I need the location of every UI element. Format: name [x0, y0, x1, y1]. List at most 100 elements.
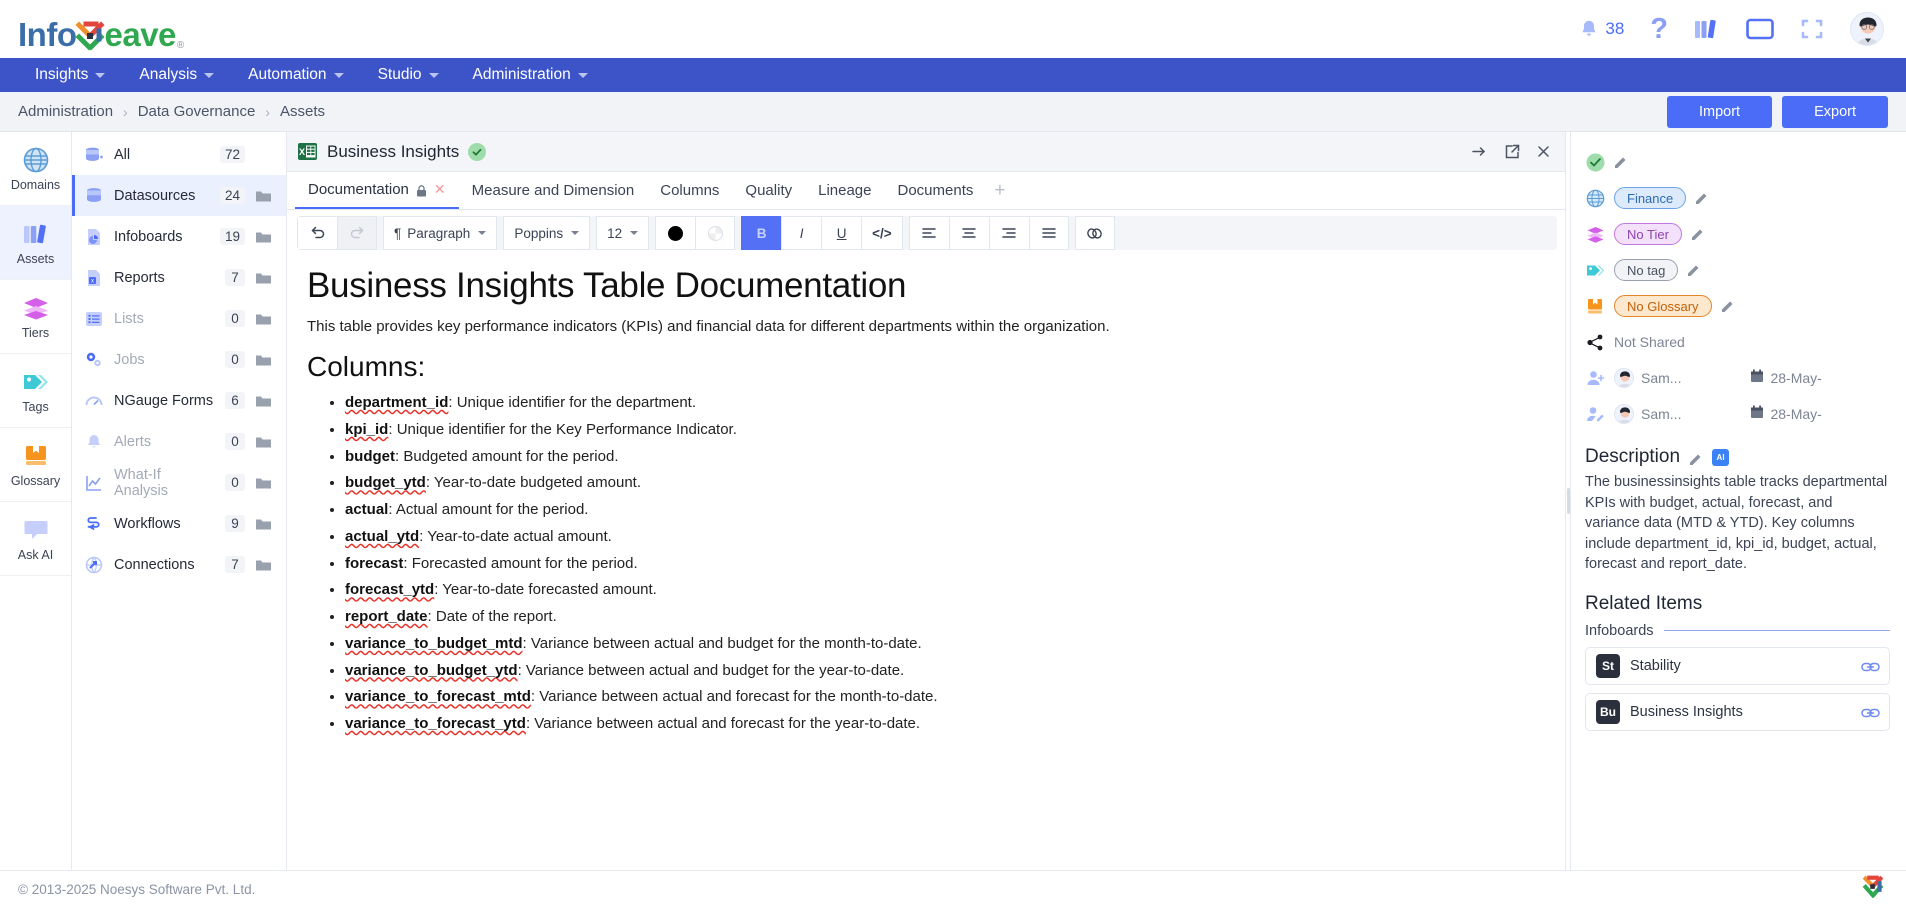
app-logo[interactable]: Info eave ®: [18, 7, 184, 51]
domain-pill[interactable]: Finance: [1614, 187, 1687, 209]
open-external-icon[interactable]: [1504, 144, 1520, 160]
close-icon[interactable]: [1536, 144, 1551, 159]
layers-icon: [21, 294, 51, 322]
lock-icon[interactable]: [416, 184, 427, 196]
globe-icon: [21, 146, 51, 174]
breadcrumb-item-assets[interactable]: Assets: [280, 103, 325, 120]
block-style-dropdown[interactable]: ¶ Paragraph: [383, 216, 498, 250]
created-by-user[interactable]: Sam...: [1614, 368, 1681, 388]
tab-documents[interactable]: Documents: [885, 172, 987, 209]
nav-item-studio[interactable]: Studio: [361, 58, 456, 92]
align-right-icon[interactable]: [988, 216, 1029, 250]
list-item-reports[interactable]: x Reports 7: [72, 257, 286, 298]
edit-tag-icon[interactable]: [1687, 263, 1701, 277]
list-item-jobs[interactable]: Jobs 0: [72, 339, 286, 380]
rail-item-assets[interactable]: Assets: [0, 206, 71, 280]
folder-icon[interactable]: [255, 353, 272, 367]
help-icon[interactable]: ?: [1650, 14, 1668, 44]
bell-icon[interactable]: 38: [1578, 18, 1624, 40]
list-item-connections[interactable]: Connections 7: [72, 544, 286, 585]
tag-pill[interactable]: No tag: [1614, 259, 1679, 281]
tier-pill[interactable]: No Tier: [1614, 223, 1682, 245]
related-item-stability[interactable]: St Stability: [1585, 646, 1890, 685]
undo-icon[interactable]: [297, 216, 337, 250]
tab-columns[interactable]: Columns: [647, 172, 732, 209]
rail-item-domains[interactable]: Domains: [0, 132, 71, 206]
nav-item-insights[interactable]: Insights: [18, 58, 122, 92]
documentation-editor[interactable]: Business Insights Table Documentation Th…: [287, 250, 1565, 870]
avatar[interactable]: [1850, 12, 1884, 46]
import-button[interactable]: Import: [1666, 95, 1773, 128]
link-icon[interactable]: [1074, 216, 1115, 250]
tab-close-icon[interactable]: ✕: [434, 181, 446, 198]
list-item-workflows[interactable]: Workflows 9: [72, 503, 286, 544]
breadcrumb-item-administration[interactable]: Administration: [18, 103, 113, 120]
monitor-icon[interactable]: [1746, 17, 1774, 41]
column-description: : Year-to-date actual amount.: [419, 527, 612, 545]
edit-glossary-icon[interactable]: [1721, 299, 1735, 313]
underline-button[interactable]: U: [821, 216, 862, 250]
folder-icon[interactable]: [255, 312, 272, 326]
align-center-icon[interactable]: [948, 216, 989, 250]
rail-item-glossary[interactable]: Glossary: [0, 428, 71, 502]
nav-item-automation[interactable]: Automation: [231, 58, 360, 92]
list-item-alerts[interactable]: Alerts 0: [72, 421, 286, 462]
column-name: budget: [345, 447, 395, 465]
folder-icon[interactable]: [255, 230, 272, 244]
column-name: forecast_ytd: [345, 581, 435, 599]
nav-item-analysis[interactable]: Analysis: [122, 58, 231, 92]
folder-icon[interactable]: [255, 435, 272, 449]
created-date: 28-May-: [1770, 370, 1822, 386]
column-name: kpi_id: [345, 420, 389, 438]
list-item-ngauge-forms[interactable]: NGauge Forms 6: [72, 380, 286, 421]
list-item-infoboards[interactable]: Infoboards 19: [72, 216, 286, 257]
nav-item-administration[interactable]: Administration: [456, 58, 605, 92]
rail-item-tiers[interactable]: Tiers: [0, 280, 71, 354]
bold-button[interactable]: B: [741, 216, 782, 250]
list-item-datasources[interactable]: Datasources 24: [72, 175, 286, 216]
font-size-dropdown[interactable]: 12: [596, 216, 650, 250]
link-icon[interactable]: [1861, 706, 1880, 718]
highlight-color-picker[interactable]: [695, 216, 736, 250]
text-color-picker[interactable]: [655, 216, 696, 250]
related-item-business-insights[interactable]: Bu Business Insights: [1585, 692, 1890, 731]
tab-documentation[interactable]: Documentation ✕: [295, 172, 459, 209]
rail-item-tags[interactable]: Tags: [0, 354, 71, 428]
fullscreen-icon[interactable]: [1800, 17, 1824, 41]
tab-measure-and-dimension[interactable]: Measure and Dimension: [459, 172, 648, 209]
jobs-icon: [84, 350, 104, 370]
list-item-label: Lists: [114, 310, 144, 327]
folder-icon[interactable]: [255, 517, 272, 531]
tab-lineage[interactable]: Lineage: [805, 172, 884, 209]
folder-icon[interactable]: [255, 394, 272, 408]
folder-icon[interactable]: [255, 476, 272, 490]
library-icon[interactable]: [1694, 17, 1720, 41]
link-icon[interactable]: [1861, 660, 1880, 672]
edit-domain-icon[interactable]: [1695, 191, 1709, 205]
italic-button[interactable]: I: [781, 216, 822, 250]
edit-description-icon[interactable]: [1689, 450, 1703, 465]
folder-icon[interactable]: [255, 271, 272, 285]
breadcrumb-item-data-governance[interactable]: Data Governance: [138, 103, 256, 120]
edit-verified-icon[interactable]: [1614, 155, 1628, 169]
column-name: variance_to_forecast_ytd: [345, 715, 526, 732]
code-button[interactable]: </>: [861, 216, 903, 250]
edit-tier-icon[interactable]: [1691, 227, 1705, 241]
add-tab-button[interactable]: +: [986, 172, 1013, 209]
align-left-icon[interactable]: [908, 216, 949, 250]
tab-quality[interactable]: Quality: [732, 172, 805, 209]
list-item-what-if-analysis[interactable]: What-If Analysis 0: [72, 462, 286, 503]
folder-icon[interactable]: [255, 189, 272, 203]
glossary-pill[interactable]: No Glossary: [1614, 295, 1712, 317]
font-family-dropdown[interactable]: Poppins: [503, 216, 591, 250]
folder-icon[interactable]: [255, 558, 272, 572]
collapse-right-icon[interactable]: [1471, 143, 1488, 160]
list-item-all[interactable]: All 72: [72, 134, 286, 175]
export-button[interactable]: Export: [1782, 95, 1888, 128]
rail-item-ask-ai[interactable]: Ask AI: [0, 502, 71, 576]
align-justify-icon[interactable]: [1028, 216, 1069, 250]
list-item-lists[interactable]: Lists 0: [72, 298, 286, 339]
ai-generate-icon[interactable]: AI: [1712, 448, 1730, 466]
doc-column-item: forecast: Forecasted amount for the peri…: [345, 554, 1535, 574]
updated-by-user[interactable]: Sam...: [1614, 404, 1681, 424]
